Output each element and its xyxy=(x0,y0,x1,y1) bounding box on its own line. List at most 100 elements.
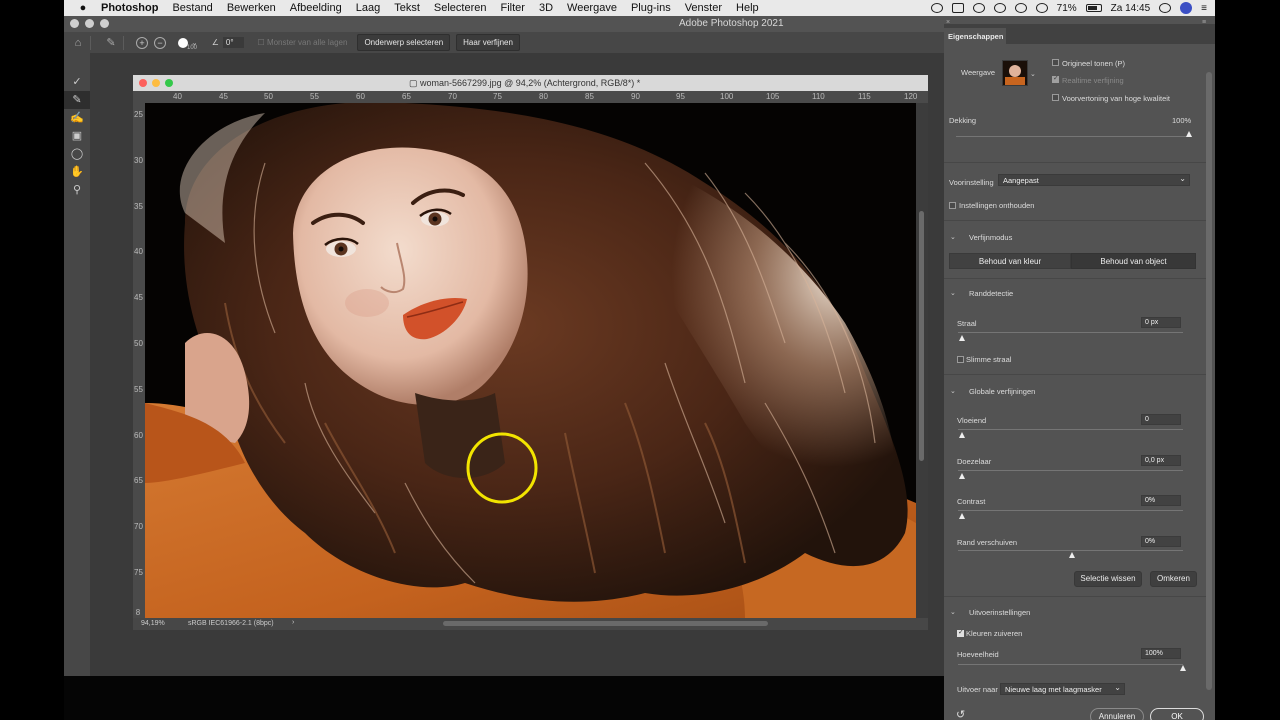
refine-hair-button[interactable]: Haar verfijnen xyxy=(456,34,520,51)
document-vertical-scrollbar[interactable] xyxy=(916,103,928,618)
remember-settings-checkbox[interactable] xyxy=(949,202,956,209)
menu-bestand[interactable]: Bestand xyxy=(165,2,219,14)
chevron-down-icon[interactable]: ⌄ xyxy=(950,608,956,616)
clock[interactable]: Za 14:45 xyxy=(1111,3,1150,14)
minimize-document-button[interactable] xyxy=(152,79,160,87)
user-avatar-icon[interactable] xyxy=(1180,2,1193,14)
status-menu-arrow[interactable]: › xyxy=(292,619,294,626)
object-selection-tool-icon[interactable]: ▣ xyxy=(64,127,90,145)
home-icon[interactable]: ⌂ xyxy=(72,37,84,49)
document-horizontal-scrollbar[interactable] xyxy=(443,621,768,626)
menu-tekst[interactable]: Tekst xyxy=(387,2,427,14)
quick-selection-tool-icon[interactable]: ✓ xyxy=(64,73,90,91)
contrast-field[interactable]: 0% xyxy=(1141,495,1181,506)
preset-dropdown[interactable]: Aangepast xyxy=(998,174,1190,186)
invert-button[interactable]: Omkeren xyxy=(1150,571,1197,587)
close-window-button[interactable] xyxy=(70,19,79,28)
clear-selection-button[interactable]: Selectie wissen xyxy=(1074,571,1142,587)
add-to-selection-icon[interactable]: + xyxy=(136,36,148,49)
menu-bewerken[interactable]: Bewerken xyxy=(220,2,283,14)
close-document-button[interactable] xyxy=(139,79,147,87)
chevron-down-icon[interactable]: ⌄ xyxy=(1030,70,1036,78)
cloud-icon[interactable] xyxy=(993,3,1006,13)
horizontal-ruler[interactable]: 40 45 50 55 60 65 70 75 80 85 90 95 100 … xyxy=(145,91,928,103)
hq-preview-checkbox[interactable] xyxy=(1052,94,1059,101)
radius-slider[interactable] xyxy=(958,332,1183,333)
menu-afbeelding[interactable]: Afbeelding xyxy=(283,2,349,14)
amount-slider[interactable] xyxy=(958,664,1183,665)
smooth-slider-knob[interactable] xyxy=(959,432,965,438)
opacity-slider-knob[interactable] xyxy=(1186,131,1192,137)
control-center-icon[interactable]: ≡ xyxy=(1201,3,1207,14)
preserve-object-button[interactable]: Behoud van object xyxy=(1071,253,1196,269)
image-canvas[interactable] xyxy=(145,103,916,618)
refine-edge-brush-icon[interactable]: ✎ xyxy=(64,91,90,109)
realtime-refine-checkbox[interactable] xyxy=(1052,74,1059,83)
smart-radius-checkbox[interactable] xyxy=(957,356,964,363)
radius-slider-knob[interactable] xyxy=(959,335,965,341)
screen-icon[interactable] xyxy=(972,3,985,13)
amount-slider-knob[interactable] xyxy=(1180,665,1186,671)
zoom-window-button[interactable] xyxy=(100,19,109,28)
menu-filter[interactable]: Filter xyxy=(494,2,532,14)
brush-tool-icon[interactable]: ✍ xyxy=(64,109,90,127)
scroll-thumb[interactable] xyxy=(919,211,924,461)
chevron-down-icon[interactable]: ⌄ xyxy=(950,387,956,395)
amount-field[interactable]: 100% xyxy=(1141,648,1181,659)
menu-help[interactable]: Help xyxy=(729,2,766,14)
shift-edge-slider[interactable] xyxy=(958,550,1183,551)
select-subject-button[interactable]: Onderwerp selecteren xyxy=(357,34,451,51)
panel-menu-icon[interactable]: ≡ xyxy=(1202,19,1206,26)
subtract-from-selection-icon[interactable]: − xyxy=(154,36,166,49)
brush-preset-icon[interactable]: ✎ xyxy=(105,37,117,49)
menu-venster[interactable]: Venster xyxy=(678,2,729,14)
wifi-icon[interactable] xyxy=(1014,3,1027,13)
sample-all-layers-checkbox[interactable]: ☐ Monster van alle lagen xyxy=(258,38,348,47)
zoom-tool-icon[interactable]: ⚲ xyxy=(64,181,90,199)
feather-slider-knob[interactable] xyxy=(959,473,965,479)
smooth-field[interactable]: 0 xyxy=(1141,414,1181,425)
menu-3d[interactable]: 3D xyxy=(532,2,560,14)
vertical-ruler[interactable]: 25 30 35 40 45 50 55 60 65 70 75 8 xyxy=(133,103,145,618)
contrast-slider-knob[interactable] xyxy=(959,513,965,519)
zoom-level[interactable]: 94,19% xyxy=(141,620,165,627)
tab-eigenschappen[interactable]: Eigenschappen xyxy=(944,28,1006,44)
angle-field[interactable]: 0° xyxy=(222,37,244,48)
smooth-slider[interactable] xyxy=(958,429,1183,430)
hand-tool-icon[interactable]: ✋ xyxy=(64,163,90,181)
output-to-dropdown[interactable]: Nieuwe laag met laagmasker xyxy=(1000,683,1125,695)
decontaminate-colors-checkbox[interactable] xyxy=(957,628,964,637)
radius-field[interactable]: 0 px xyxy=(1141,317,1181,328)
minimize-window-button[interactable] xyxy=(85,19,94,28)
zoom-document-button[interactable] xyxy=(165,79,173,87)
view-mode-thumbnail[interactable] xyxy=(1002,60,1028,86)
original-tones-checkbox[interactable] xyxy=(1052,59,1059,66)
opacity-value[interactable]: 100% xyxy=(1172,116,1191,125)
menu-laag[interactable]: Laag xyxy=(349,2,387,14)
ruler-origin[interactable] xyxy=(133,91,145,103)
lasso-tool-icon[interactable]: ◯ xyxy=(64,145,90,163)
shift-edge-field[interactable]: 0% xyxy=(1141,536,1181,547)
search-icon[interactable] xyxy=(1159,3,1172,13)
reset-icon[interactable]: ↺ xyxy=(956,708,965,720)
opacity-slider[interactable] xyxy=(956,136,1192,137)
menu-selecteren[interactable]: Selecteren xyxy=(427,2,494,14)
menu-weergave[interactable]: Weergave xyxy=(560,2,624,14)
toolbar-grip[interactable] xyxy=(64,53,90,73)
menu-plugins[interactable]: Plug-ins xyxy=(624,2,678,14)
battery-icon[interactable] xyxy=(1085,4,1102,12)
cancel-button[interactable]: Annuleren xyxy=(1090,708,1144,720)
feather-field[interactable]: 0,0 px xyxy=(1141,455,1181,466)
chevron-down-icon[interactable]: ⌄ xyxy=(950,289,956,297)
contrast-slider[interactable] xyxy=(958,510,1183,511)
menu-photoshop[interactable]: Photoshop xyxy=(94,2,165,14)
panel-scrollbar[interactable] xyxy=(1206,72,1212,690)
preserve-color-button[interactable]: Behoud van kleur xyxy=(949,253,1071,269)
record-icon[interactable] xyxy=(930,3,943,13)
shift-edge-slider-knob[interactable] xyxy=(1069,552,1075,558)
collapse-panel-icon[interactable]: × xyxy=(946,19,950,26)
volume-icon[interactable] xyxy=(1035,3,1048,13)
dropbox-icon[interactable] xyxy=(951,3,964,13)
feather-slider[interactable] xyxy=(958,470,1183,471)
ok-button[interactable]: OK xyxy=(1150,708,1204,720)
